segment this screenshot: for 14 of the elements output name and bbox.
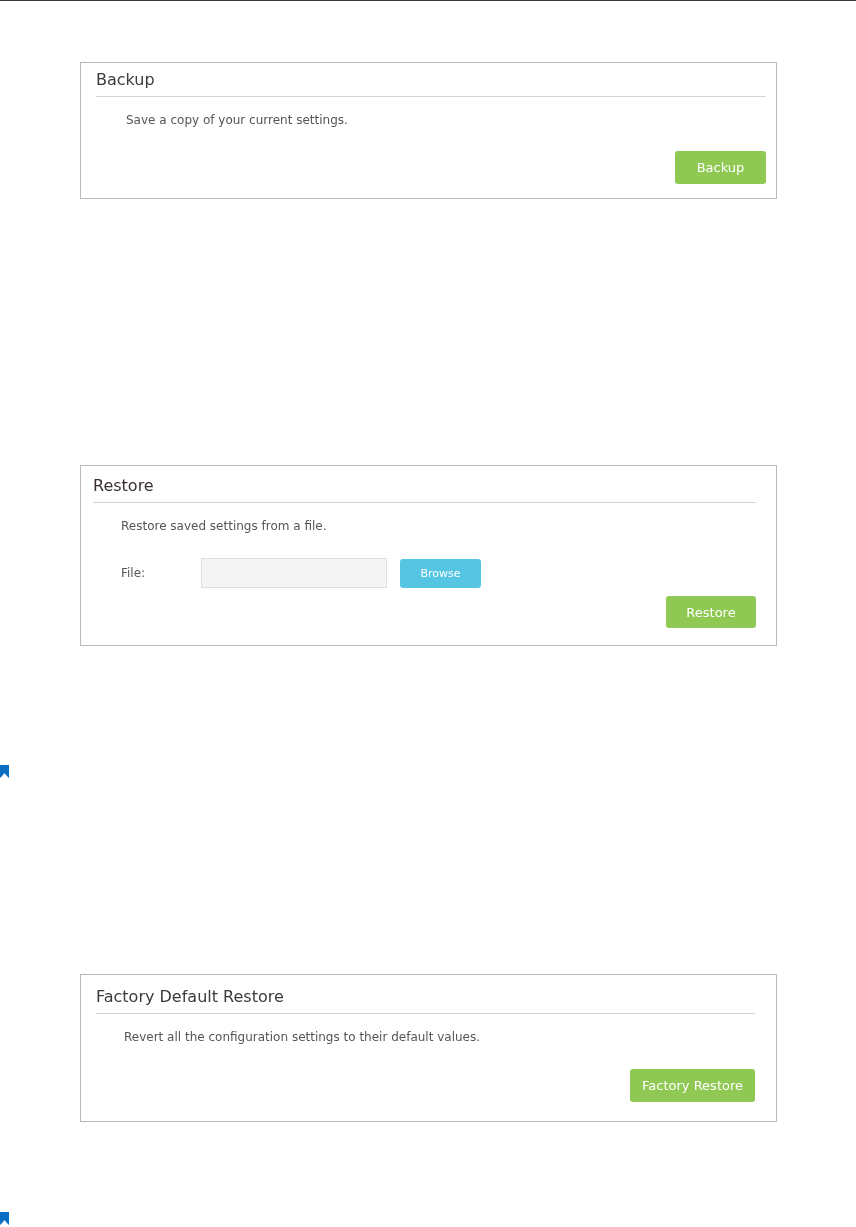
panel-title: Restore [93,476,154,497]
browse-button[interactable]: Browse [400,558,481,588]
bookmark-icon [0,765,9,778]
backup-button[interactable]: Backup [675,151,766,184]
panel-description: Revert all the configuration settings to their default values. [124,1029,481,1045]
file-field[interactable] [201,558,387,588]
bookmark-icon [0,1211,9,1226]
panel-description: Save a copy of your current settings. [126,112,348,128]
panel-title: Backup [96,70,155,91]
panel-description: Restore saved settings from a file. [121,518,327,534]
file-label: File: [121,566,147,580]
panel-title: Factory Default Restore [96,987,284,1008]
factory-restore-button[interactable]: Factory Restore [630,1069,755,1102]
restore-button[interactable]: Restore [666,596,756,628]
